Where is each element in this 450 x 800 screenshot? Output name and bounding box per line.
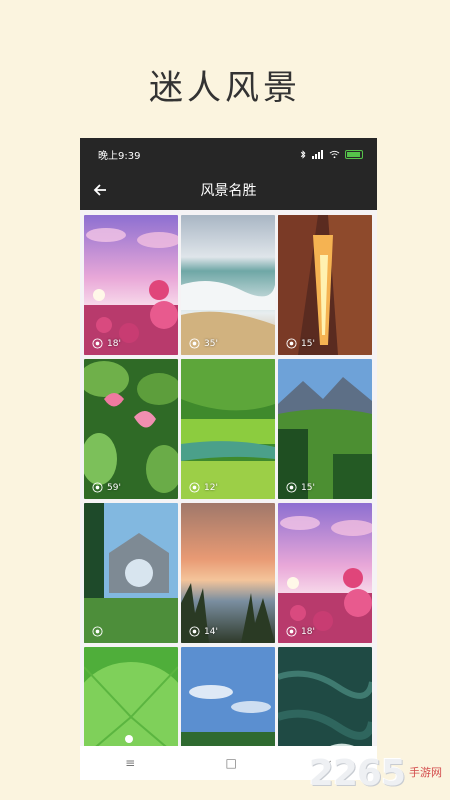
wallpaper-thumbnail <box>84 503 178 643</box>
back-button[interactable] <box>88 178 112 202</box>
signal-icon <box>312 149 324 159</box>
play-time-icon <box>286 482 297 493</box>
duration-label: 18' <box>301 626 315 637</box>
duration-label: 18' <box>107 338 121 349</box>
play-time-icon <box>92 626 103 637</box>
wallpaper-thumbnail <box>278 215 372 355</box>
wallpaper-thumbnail <box>84 215 178 355</box>
watermark-number: 2265 <box>308 753 406 794</box>
status-bar: 晚上9:39 <box>80 138 377 170</box>
app-title: 风景名胜 <box>200 183 257 199</box>
play-time-icon <box>92 482 103 493</box>
wallpaper-thumbnail <box>181 215 275 355</box>
status-time: 晚上9:39 <box>98 150 141 162</box>
battery-icon <box>345 149 363 159</box>
wallpaper-thumbnail <box>181 359 275 499</box>
wifi-icon <box>329 150 340 158</box>
wallpaper-thumbnail <box>84 359 178 499</box>
duration-label: 15' <box>301 482 315 493</box>
wallpaper-tile[interactable] <box>84 503 178 643</box>
wallpaper-tile[interactable]: 18' <box>84 215 178 355</box>
play-time-icon <box>286 338 297 349</box>
play-time-icon <box>189 626 200 637</box>
bluetooth-icon <box>300 149 306 159</box>
home-nav-button[interactable]: □ <box>225 756 236 770</box>
phone-screenshot: 晚上9:39 风景名胜 18' 35' 15' 59' 12' 15' 14' … <box>80 138 377 780</box>
wallpaper-tile[interactable]: 15' <box>278 215 372 355</box>
watermark-text: 手游网 <box>409 766 442 779</box>
wallpaper-tile[interactable]: 35' <box>181 215 275 355</box>
wallpaper-thumbnail <box>278 359 372 499</box>
play-time-icon <box>189 338 200 349</box>
wallpaper-tile[interactable]: 14' <box>181 503 275 643</box>
play-time-icon <box>92 338 103 349</box>
wallpaper-thumbnail <box>278 503 372 643</box>
menu-nav-button[interactable]: ≡ <box>125 756 135 770</box>
wallpaper-tile[interactable]: 12' <box>181 359 275 499</box>
wallpaper-tile[interactable]: 15' <box>278 359 372 499</box>
back-arrow-icon <box>93 184 106 196</box>
play-time-icon <box>286 626 297 637</box>
duration-label: 35' <box>204 338 218 349</box>
duration-label: 12' <box>204 482 218 493</box>
play-time-icon <box>189 482 200 493</box>
duration-label: 59' <box>107 482 121 493</box>
site-watermark: 2265 手游网 <box>309 753 442 794</box>
wallpaper-tile[interactable]: 18' <box>278 503 372 643</box>
wallpaper-grid: 18' 35' 15' 59' 12' 15' 14' 18' <box>84 215 372 780</box>
duration-label: 15' <box>301 338 315 349</box>
duration-label: 14' <box>204 626 218 637</box>
wallpaper-tile[interactable]: 59' <box>84 359 178 499</box>
app-bar: 风景名胜 <box>80 170 377 210</box>
headline: 迷人风景 <box>149 68 301 108</box>
wallpaper-thumbnail <box>181 503 275 643</box>
